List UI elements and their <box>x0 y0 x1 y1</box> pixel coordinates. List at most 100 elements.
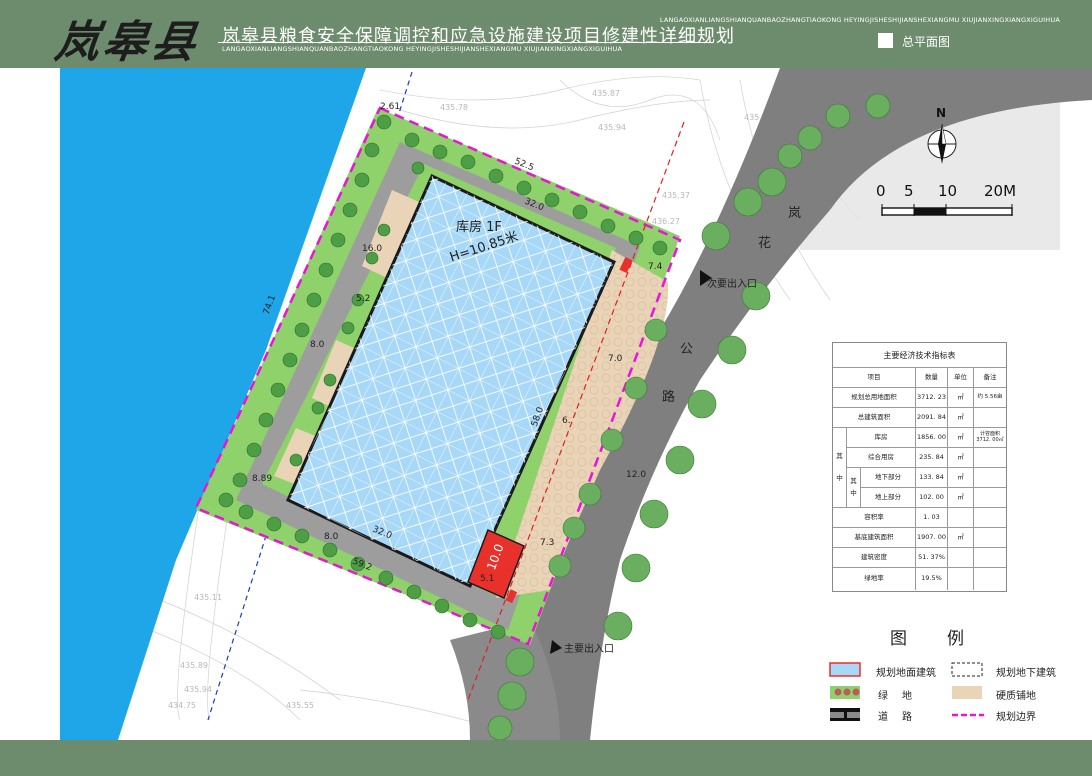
legend-label-paving: 硬质铺地 <box>996 691 1036 702</box>
spec-row-qty: 1907. 00 <box>916 528 948 548</box>
scale-label-5: 5 <box>904 182 914 200</box>
scale-label-0: 0 <box>876 182 886 200</box>
spec-row-item: 容积率 <box>833 508 916 528</box>
legend-label-building: 规划地面建筑 <box>876 668 936 679</box>
spec-row-item: 地上部分 <box>861 488 916 508</box>
svg-text:434.75: 434.75 <box>168 701 196 710</box>
spec-row-unit: ㎡ <box>948 488 974 508</box>
dimension-label: 2.61 <box>380 102 401 112</box>
spec-header-unit: 单位 <box>948 368 974 388</box>
spec-row-unit: ㎡ <box>948 388 974 408</box>
spec-row-item: 基底建筑面积 <box>833 528 916 548</box>
svg-text:435.78: 435.78 <box>440 103 468 112</box>
county-logo: 岚皋县 <box>51 17 203 68</box>
spec-row-unit: ㎡ <box>948 528 974 548</box>
secondary-entrance-label: 次要出入口 <box>707 279 757 290</box>
legend-title: 图例 <box>890 629 1004 649</box>
dimension-label: 6. <box>562 416 571 426</box>
spec-row-qty: 2091. 84 <box>916 408 948 428</box>
dimension-label: 5.2 <box>356 294 371 304</box>
spec-row-note <box>974 488 1006 508</box>
spec-header-qty: 数量 <box>916 368 948 388</box>
legend-swatch-paving <box>952 686 982 699</box>
spec-row-unit <box>948 568 974 590</box>
spec-row-qty: 1. 03 <box>916 508 948 528</box>
sheet-name: 总平面图 <box>902 35 951 49</box>
spec-header-item: 项目 <box>833 368 916 388</box>
legend-swatch-building <box>829 662 861 677</box>
spec-row-qty: 3712. 23 <box>916 388 948 408</box>
spec-row-note: 计容面积 3712. 00㎡ <box>974 428 1006 448</box>
spec-row-qty: 235. 84 <box>916 448 948 468</box>
legend-swatch-road <box>830 708 860 721</box>
legend-swatch-underground <box>951 662 983 677</box>
spec-row-note <box>974 468 1006 488</box>
spec-row-note <box>974 508 1006 528</box>
svg-text:435.89: 435.89 <box>180 661 208 670</box>
dimension-label: 7.0 <box>608 354 623 364</box>
spec-row-qty: 19.5% <box>916 568 948 590</box>
svg-text:435.11: 435.11 <box>194 593 222 602</box>
group-char: 其 <box>836 452 843 461</box>
spec-row-unit <box>948 548 974 568</box>
dimension-label: 8.0 <box>310 340 325 350</box>
svg-text:435.55: 435.55 <box>286 701 314 710</box>
dimension-label: 7.3 <box>540 538 555 548</box>
svg-text:435.94: 435.94 <box>184 685 212 694</box>
spec-row-qty: 102. 00 <box>916 488 948 508</box>
spec-row-qty: 133. 84 <box>916 468 948 488</box>
spec-row-qty: 1856. 00 <box>916 428 948 448</box>
group-char: 中 <box>850 488 857 497</box>
spec-row-unit: ㎡ <box>948 428 974 448</box>
dimension-label: 7.4 <box>648 262 663 272</box>
spec-row-note: 约 5.56亩 <box>974 388 1006 408</box>
spec-row-note <box>974 528 1006 548</box>
spec-row-note <box>974 548 1006 568</box>
spec-row-item: 地下部分 <box>861 468 916 488</box>
spec-group-label: 其 中 <box>833 428 847 508</box>
spec-row-qty: 51. 37% <box>916 548 948 568</box>
legend-label-green: 绿地 <box>878 691 926 702</box>
road-char-1: 岚 <box>788 206 802 221</box>
legend-label-boundary: 规划边界 <box>996 712 1036 723</box>
svg-text:435.37: 435.37 <box>662 191 690 200</box>
legend-swatch-green <box>830 686 860 699</box>
road-char-3: 公 <box>680 342 694 357</box>
page-subtitle: LANGAOXIANLIANGSHIANQUANBAOZHANGTIAOKONG… <box>222 45 623 53</box>
main-entrance-label: 主要出入口 <box>564 644 614 655</box>
footer-banner <box>0 740 1092 776</box>
spec-row-item: 总建筑面积 <box>833 408 916 428</box>
spec-table-title: 主要经济技术指标表 <box>833 343 1006 368</box>
spec-subgroup-label: 其 中 <box>847 468 861 508</box>
group-char: 其 <box>850 477 857 486</box>
spec-row-unit <box>948 508 974 528</box>
spec-row-item: 库房 <box>847 428 916 448</box>
spec-row-unit: ㎡ <box>948 448 974 468</box>
dimension-label: 16.0 <box>362 244 383 254</box>
dimension-label: 12.0 <box>626 470 647 480</box>
spec-row-note <box>974 448 1006 468</box>
road-char-2: 花 <box>758 236 772 251</box>
spec-header-note: 备注 <box>974 368 1006 388</box>
dimension-label: 8.0 <box>324 532 339 542</box>
legend-label-underground: 规划地下建筑 <box>996 668 1056 679</box>
spec-row-unit: ㎡ <box>948 408 974 428</box>
svg-text:436.27: 436.27 <box>652 217 680 226</box>
spec-row-unit: ㎡ <box>948 468 974 488</box>
spec-row-item: 综合用房 <box>847 448 916 468</box>
spec-row-item: 规划总用地面积 <box>833 388 916 408</box>
svg-text:435.87: 435.87 <box>592 89 620 98</box>
group-char: 中 <box>836 473 843 482</box>
sheet-marker-icon <box>878 33 893 48</box>
north-label: N <box>936 106 947 120</box>
road-char-4: 路 <box>662 390 676 405</box>
dimension-label: 8.89 <box>252 474 273 484</box>
spec-row-note <box>974 408 1006 428</box>
spec-row-item: 建筑密度 <box>833 548 916 568</box>
legend-label-road: 道路 <box>878 712 926 723</box>
footer-text: LANGAOXIANLIANGSHIANQUANBAOZHANGTIAOKONG… <box>659 16 1060 24</box>
scale-label-10: 10 <box>938 182 958 200</box>
dimension-label: 5.1 <box>480 574 495 584</box>
scale-label-20: 20M <box>984 182 1017 200</box>
spec-table: 主要经济技术指标表 项目 数量 单位 备注 规划总用地面积 3712. 23 ㎡… <box>832 342 1007 592</box>
